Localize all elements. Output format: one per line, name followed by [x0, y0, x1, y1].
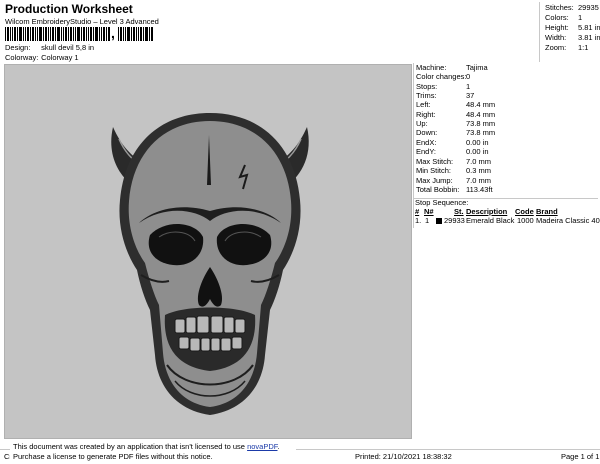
software-subtitle: Wilcom EmbroideryStudio – Level 3 Advanc… — [5, 17, 159, 26]
colorway-value: Colorway 1 — [41, 53, 79, 62]
stats-box: Stitches: 29935 Colors: 1 Height: 5.81 in W… — [539, 2, 600, 62]
row-n: 1 — [425, 216, 430, 225]
license-notice: This document was created by an applicat… — [10, 440, 296, 462]
colorway-row: Colorway: Colorway 1 — [5, 53, 79, 63]
colorway-label: Colorway: — [5, 53, 39, 62]
notice-line2: Purchase a license to generate PDF files… — [13, 452, 213, 461]
design-label: Design: — [5, 43, 31, 52]
row-num: 1. — [415, 216, 422, 225]
notice-line1: This document was created by an applicat… — [13, 442, 245, 451]
row-code: 1000 — [517, 216, 534, 225]
barcode-secondary — [118, 27, 153, 41]
stat-width: Width: 3.81 in — [545, 33, 600, 42]
info-total-bobbin: Total Bobbin: 113.43ft — [416, 185, 493, 194]
notice-line1-end: . — [277, 442, 280, 451]
info-left: Left: 48.4 mm — [416, 100, 496, 109]
stat-zoom: Zoom: 1:1 — [545, 43, 589, 52]
printed-timestamp: Printed: 21/10/2021 18:38:32 — [355, 452, 452, 461]
info-color-changes: Color changes: 0 — [416, 72, 471, 81]
barcode-separator: , — [111, 25, 115, 41]
design-preview — [4, 64, 412, 439]
row-description: Emerald Black — [466, 216, 515, 225]
page-title: Production Worksheet — [5, 2, 133, 16]
design-value: skull devil 5,8 in — [41, 43, 95, 52]
info-endy: EndY: 0.00 in — [416, 147, 489, 156]
page-number: Page 1 of 1 — [561, 452, 600, 461]
info-min-stitch: Min Stitch: 0.3 mm — [416, 166, 492, 175]
thread-color-swatch — [436, 218, 442, 224]
info-down: Down: 73.8 mm — [416, 128, 496, 137]
design-row: Design: skull devil 5,8 in — [5, 43, 95, 53]
row-stitches: 29933 — [444, 216, 465, 225]
barcode — [5, 27, 110, 41]
stat-stitches: Stitches: 29935 — [545, 3, 599, 12]
row-brand: Madeira Classic 40 — [536, 216, 600, 225]
stat-height: Height: 5.81 in — [545, 23, 600, 32]
stat-colors: Colors: 1 — [545, 13, 583, 22]
skull-devil-embroidery — [111, 113, 309, 415]
novapdf-link[interactable]: novaPDF — [247, 442, 277, 451]
